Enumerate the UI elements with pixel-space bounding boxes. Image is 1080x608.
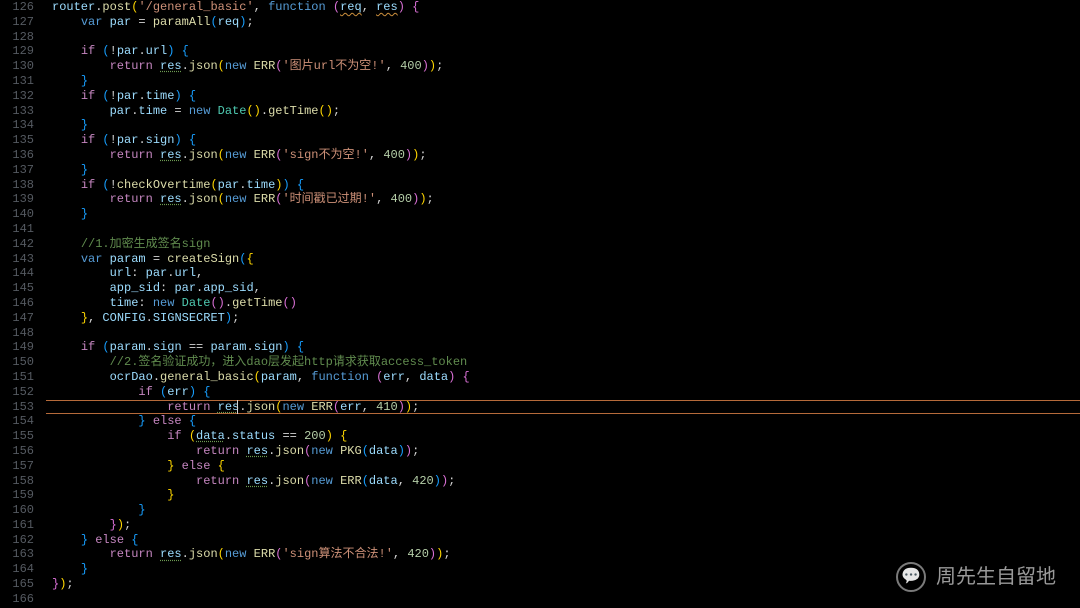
line-number: 135	[0, 133, 34, 148]
code-line[interactable]: if (!checkOvertime(par.time)) {	[52, 178, 1080, 193]
line-number: 126	[0, 0, 34, 15]
line-number: 152	[0, 385, 34, 400]
code-content[interactable]: router.post('/general_basic', function (…	[52, 0, 1080, 608]
line-number: 142	[0, 237, 34, 252]
line-number-gutter: 1261271281291301311321331341351361371381…	[0, 0, 46, 608]
code-line[interactable]	[52, 326, 1080, 341]
code-line[interactable]: return res.json(new ERR('图片url不为空!', 400…	[52, 59, 1080, 74]
line-number: 136	[0, 148, 34, 163]
line-number: 151	[0, 370, 34, 385]
code-line[interactable]: app_sid: par.app_sid,	[52, 281, 1080, 296]
line-number: 148	[0, 326, 34, 341]
line-number: 131	[0, 74, 34, 89]
code-line[interactable]: return res.json(new ERR(err, 410));	[52, 400, 1080, 415]
line-number: 137	[0, 163, 34, 178]
line-number: 156	[0, 444, 34, 459]
code-line[interactable]	[52, 222, 1080, 237]
code-line[interactable]: var par = paramAll(req);	[52, 15, 1080, 30]
line-number: 132	[0, 89, 34, 104]
code-line[interactable]	[52, 30, 1080, 45]
code-line[interactable]: }	[52, 163, 1080, 178]
code-line[interactable]: if (param.sign == param.sign) {	[52, 340, 1080, 355]
line-number: 164	[0, 562, 34, 577]
line-number: 150	[0, 355, 34, 370]
code-line[interactable]: } else {	[52, 533, 1080, 548]
code-line[interactable]: if (data.status == 200) {	[52, 429, 1080, 444]
line-number: 157	[0, 459, 34, 474]
code-line[interactable]: return res.json(new ERR(data, 420));	[52, 474, 1080, 489]
code-line[interactable]: return res.json(new ERR('sign不为空!', 400)…	[52, 148, 1080, 163]
line-number: 139	[0, 192, 34, 207]
code-line[interactable]: if (!par.time) {	[52, 89, 1080, 104]
code-line[interactable]: return res.json(new ERR('sign算法不合法!', 42…	[52, 547, 1080, 562]
line-number: 133	[0, 104, 34, 119]
code-line[interactable]: if (!par.sign) {	[52, 133, 1080, 148]
line-number: 141	[0, 222, 34, 237]
code-line[interactable]: }	[52, 74, 1080, 89]
code-line[interactable]: router.post('/general_basic', function (…	[52, 0, 1080, 15]
line-number: 149	[0, 340, 34, 355]
line-number: 129	[0, 44, 34, 59]
line-number: 144	[0, 266, 34, 281]
line-number: 159	[0, 488, 34, 503]
line-number: 165	[0, 577, 34, 592]
code-line[interactable]: }	[52, 503, 1080, 518]
code-line[interactable]: }	[52, 118, 1080, 133]
line-number: 138	[0, 178, 34, 193]
code-line[interactable]: } else {	[52, 459, 1080, 474]
code-line[interactable]: return res.json(new PKG(data));	[52, 444, 1080, 459]
code-line[interactable]: var param = createSign({	[52, 252, 1080, 267]
code-line[interactable]: par.time = new Date().getTime();	[52, 104, 1080, 119]
code-line[interactable]: }, CONFIG.SIGNSECRET);	[52, 311, 1080, 326]
wechat-icon: 💬	[896, 562, 926, 592]
line-number: 160	[0, 503, 34, 518]
line-number: 140	[0, 207, 34, 222]
line-number: 147	[0, 311, 34, 326]
line-number: 127	[0, 15, 34, 30]
line-number: 162	[0, 533, 34, 548]
line-number: 128	[0, 30, 34, 45]
watermark-text: 周先生自留地	[936, 570, 1056, 585]
code-editor[interactable]: 1261271281291301311321331341351361371381…	[0, 0, 1080, 608]
code-line[interactable]	[52, 592, 1080, 607]
line-number: 145	[0, 281, 34, 296]
line-number: 154	[0, 414, 34, 429]
line-number: 161	[0, 518, 34, 533]
line-number: 143	[0, 252, 34, 267]
line-number: 155	[0, 429, 34, 444]
code-line[interactable]: return res.json(new ERR('时间戳已过期!', 400))…	[52, 192, 1080, 207]
watermark: 💬 周先生自留地	[896, 562, 1056, 592]
code-line[interactable]: time: new Date().getTime()	[52, 296, 1080, 311]
code-line[interactable]: }	[52, 207, 1080, 222]
code-line[interactable]: //2.签名验证成功，进入dao层发起http请求获取access_token	[52, 355, 1080, 370]
line-number: 134	[0, 118, 34, 133]
code-line[interactable]: }	[52, 488, 1080, 503]
line-number: 153	[0, 400, 34, 415]
line-number: 166	[0, 592, 34, 607]
code-line[interactable]: //1.加密生成签名sign	[52, 237, 1080, 252]
code-line[interactable]: ocrDao.general_basic(param, function (er…	[52, 370, 1080, 385]
line-number: 163	[0, 547, 34, 562]
code-line[interactable]: });	[52, 518, 1080, 533]
code-line[interactable]: } else {	[52, 414, 1080, 429]
line-number: 146	[0, 296, 34, 311]
code-line[interactable]: url: par.url,	[52, 266, 1080, 281]
code-line[interactable]: if (!par.url) {	[52, 44, 1080, 59]
line-number: 158	[0, 474, 34, 489]
line-number: 130	[0, 59, 34, 74]
code-line[interactable]: if (err) {	[52, 385, 1080, 400]
